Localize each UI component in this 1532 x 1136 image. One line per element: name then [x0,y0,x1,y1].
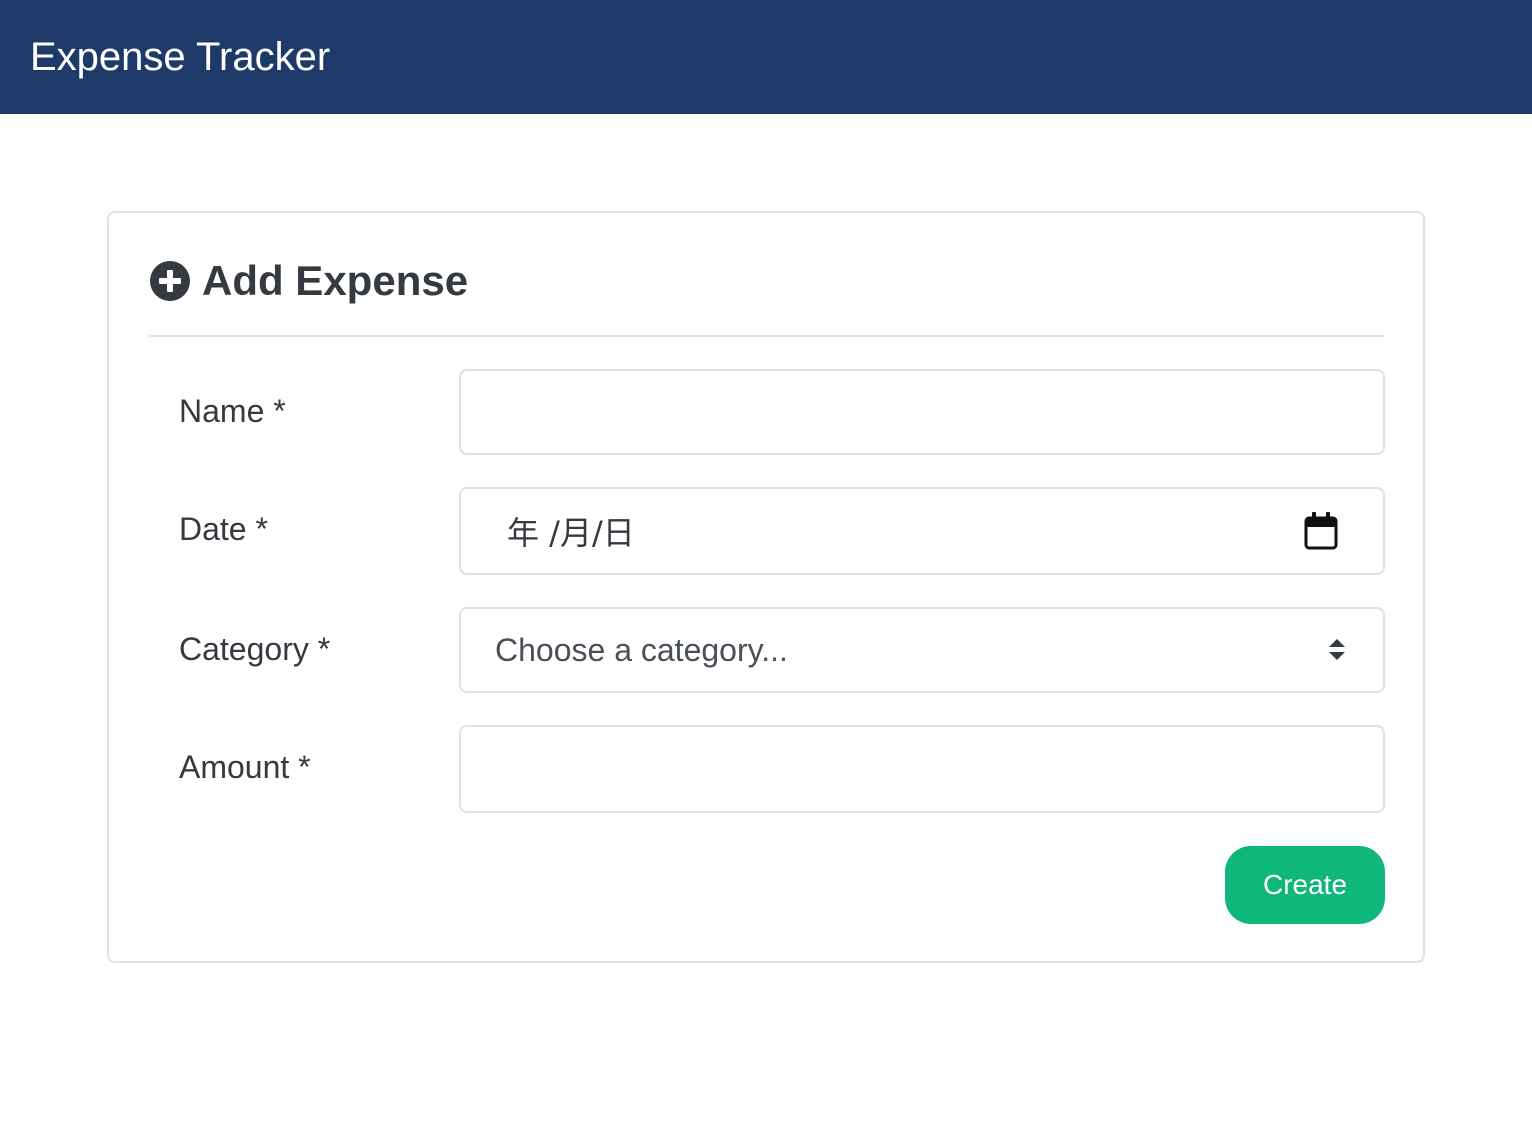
create-button[interactable]: Create [1225,846,1385,924]
name-label: Name * [179,393,286,429]
card-title: Add Expense [202,257,469,304]
calendar-icon[interactable] [1303,511,1339,551]
plus-circle-icon [150,261,190,301]
category-selected-value: Choose a category... [495,631,788,668]
add-expense-card: Add Expense Name * Date * 年 /月/日 Categor… [107,211,1425,963]
category-label: Category * [179,631,331,667]
date-label: Date * [179,511,268,547]
category-row: Category * Choose a category... [109,607,1427,693]
card-header: Add Expense [149,257,1385,337]
app-title[interactable]: Expense Tracker [30,37,330,77]
up-down-arrows-icon [1329,639,1345,660]
amount-label: Amount * [179,749,311,785]
amount-input[interactable] [459,725,1385,813]
category-select[interactable]: Choose a category... [459,607,1385,693]
date-input[interactable]: 年 /月/日 [459,487,1385,575]
date-placeholder: 年 /月/日 [507,514,635,552]
name-input[interactable] [459,369,1385,455]
name-row: Name * [109,369,1427,455]
date-row: Date * 年 /月/日 [109,487,1427,575]
navbar: Expense Tracker [0,0,1532,114]
amount-row: Amount * [109,725,1427,813]
